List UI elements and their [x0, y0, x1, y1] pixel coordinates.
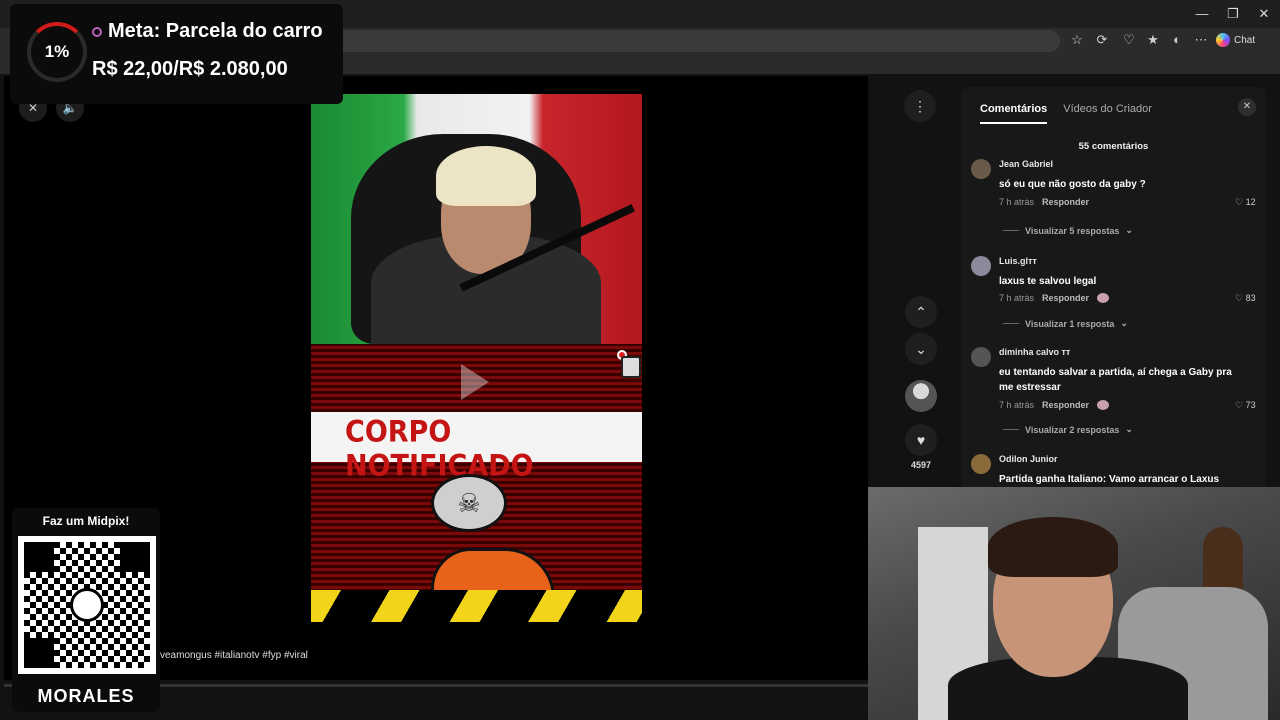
- play-icon[interactable]: [461, 364, 489, 400]
- comment-text: eu tentando salvar a partida, aí chega a…: [999, 367, 1232, 393]
- comment-like-count: 73: [1245, 400, 1256, 410]
- tab-comments[interactable]: Comentários: [980, 103, 1048, 124]
- chevron-down-icon: ⌄: [1120, 318, 1128, 328]
- qr-logo-icon: [70, 588, 104, 622]
- chevron-down-icon: ⌄: [1125, 225, 1133, 235]
- reply-button[interactable]: Responder: [1042, 293, 1089, 303]
- comment-like-count: 83: [1245, 293, 1256, 303]
- video-hashtags[interactable]: veamongus #italianotv #fyp #viral: [160, 650, 308, 661]
- reply-button[interactable]: Responder: [1042, 197, 1089, 207]
- divider: [1003, 429, 1019, 430]
- streamer-cap: [436, 146, 536, 206]
- streamer-webcam: [868, 487, 1280, 720]
- comment-text: só eu que não gosto da gaby ?: [999, 179, 1146, 190]
- comment-time: 7 h atrás: [999, 293, 1035, 303]
- view-replies[interactable]: Visualizar 5 respostas ⌄: [1003, 225, 1133, 236]
- tab-creator-videos[interactable]: Vídeos do Criador: [1063, 103, 1152, 124]
- qr-code: [18, 536, 156, 674]
- comment-text: laxus te salvou legal: [999, 276, 1097, 287]
- comment-meta: 7 h atrás Responder: [999, 400, 1110, 410]
- banner-text: CORPO NOTIFICADO: [345, 414, 534, 484]
- view-replies-label: Visualizar 1 resposta: [1025, 318, 1115, 329]
- browser-essentials-icon[interactable]: ♡: [1119, 31, 1139, 49]
- extensions-icon[interactable]: ⟳: [1092, 31, 1112, 49]
- creator-liked-icon: [1097, 400, 1110, 410]
- next-video-icon[interactable]: ⌄: [905, 333, 937, 365]
- avatar[interactable]: [971, 159, 991, 179]
- comments-tabs: Comentários Vídeos do Criador: [980, 103, 1152, 124]
- copilot-chat-button[interactable]: Chat: [1216, 30, 1255, 50]
- previous-video-icon[interactable]: ⌃: [905, 296, 937, 328]
- comment-like-count: 12: [1245, 197, 1256, 207]
- chevron-down-icon: ⌄: [1125, 424, 1133, 434]
- comment-username[interactable]: Jean Gabriel: [999, 159, 1053, 169]
- chat-overlay-icon: [621, 356, 641, 378]
- comment-time: 7 h atrás: [999, 400, 1035, 410]
- comment-username[interactable]: Luis.glᴛᴛ: [999, 256, 1037, 266]
- creator-avatar[interactable]: [905, 380, 937, 412]
- divider: [1003, 323, 1019, 324]
- more-options-icon[interactable]: ⋮: [904, 90, 936, 122]
- address-bar[interactable]: [330, 30, 1060, 52]
- streamer-name: MORALES: [37, 686, 135, 706]
- comment-meta: 7 h atrás Responder: [999, 197, 1089, 207]
- comment-text: Partida ganha Italiano: Vamo arrancar o …: [999, 474, 1220, 485]
- donation-goal-widget: 1% Meta: Parcela do carro R$ 22,00/R$ 2.…: [10, 4, 343, 104]
- favorites-icon[interactable]: ★: [1143, 31, 1163, 49]
- game-footage: CORPO NOTIFICADO ☠: [311, 344, 642, 622]
- webcam-hair: [988, 517, 1118, 577]
- more-menu-icon[interactable]: ⋯: [1191, 31, 1211, 49]
- divider: [1003, 230, 1019, 231]
- game-banner: CORPO NOTIFICADO: [311, 412, 642, 483]
- goal-percent: 1%: [44, 42, 70, 61]
- profile-icon[interactable]: ◐: [1167, 31, 1187, 49]
- avatar[interactable]: [971, 347, 991, 367]
- like-heart-icon[interactable]: ♥: [905, 424, 937, 456]
- reply-button[interactable]: Responder: [1042, 400, 1089, 410]
- comments-panel: Comentários Vídeos do Criador ✕ 55 comen…: [961, 87, 1266, 507]
- comment-time: 7 h atrás: [999, 197, 1035, 207]
- skull-icon: ☠: [431, 474, 507, 532]
- comment-count: 55 comentários: [1078, 141, 1149, 152]
- pix-widget: Faz um Midpix! MORALES: [12, 508, 160, 712]
- comment-meta: 7 h atrás Responder: [999, 293, 1110, 303]
- comment-username[interactable]: Odilon Junior: [999, 454, 1058, 464]
- avatar[interactable]: [971, 256, 991, 276]
- hazard-stripes: [311, 590, 642, 622]
- copilot-icon: [1216, 33, 1230, 47]
- view-replies-label: Visualizar 5 respostas: [1025, 225, 1120, 236]
- restore-icon[interactable]: ❐: [1218, 4, 1248, 24]
- goal-title: Meta: Parcela do carro: [92, 20, 323, 43]
- close-panel-icon[interactable]: ✕: [1238, 98, 1256, 116]
- favorite-star-icon[interactable]: ☆: [1067, 31, 1087, 49]
- avatar[interactable]: [971, 454, 991, 474]
- pix-title: Faz um Midpix!: [42, 514, 130, 528]
- comment-like[interactable]: ♡ 73: [1235, 400, 1256, 411]
- close-window-icon[interactable]: ✕: [1249, 4, 1279, 24]
- minimize-icon[interactable]: —: [1187, 4, 1217, 24]
- view-replies[interactable]: Visualizar 2 respostas ⌄: [1003, 424, 1133, 435]
- video-player[interactable]: CORPO NOTIFICADO ☠: [311, 94, 642, 622]
- comment-like[interactable]: ♡ 12: [1235, 197, 1256, 208]
- comment-username[interactable]: diminha calvo ᴛᴛ: [999, 347, 1070, 357]
- streamer-camera: [311, 94, 642, 344]
- goal-amount: R$ 22,00/R$ 2.080,00: [92, 58, 288, 80]
- goal-title-text: Meta: Parcela do carro: [108, 20, 323, 42]
- view-replies-label: Visualizar 2 respostas: [1025, 424, 1120, 435]
- like-count: 4597: [910, 460, 932, 470]
- chat-label: Chat: [1234, 34, 1256, 46]
- view-replies[interactable]: Visualizar 1 resposta ⌄: [1003, 318, 1128, 329]
- goal-dot-icon: [92, 26, 102, 37]
- creator-liked-icon: [1097, 293, 1110, 303]
- comment-like[interactable]: ♡ 83: [1235, 293, 1256, 304]
